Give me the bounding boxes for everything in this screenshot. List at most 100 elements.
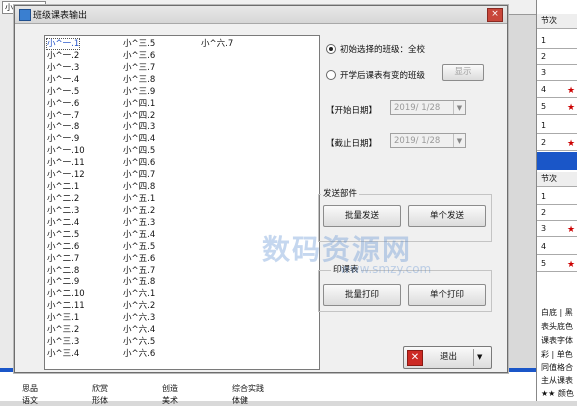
exit-button[interactable]: ✕ 退出 ▼ [403, 346, 492, 369]
class-list-item[interactable]: 小^一.1 [45, 38, 85, 51]
class-list-item-label: 小^二.4 [47, 217, 80, 228]
class-list-item[interactable]: 小^五.8 [123, 277, 155, 289]
chevron-down-icon[interactable]: ▼ [453, 101, 465, 114]
class-list-item[interactable]: 小^四.6 [123, 158, 155, 170]
right-note: 表头底色 [541, 322, 573, 331]
class-list-item[interactable]: 小^三.2 [47, 325, 85, 337]
class-list-item[interactable]: 小^五.4 [123, 230, 155, 242]
class-list-item[interactable]: 小^二.1 [47, 182, 85, 194]
class-list-item[interactable]: 小^四.5 [123, 146, 155, 158]
class-list-item[interactable]: 小^三.9 [123, 87, 155, 99]
batch-print-button[interactable]: 批量打印 [323, 284, 401, 306]
send-group-title: 发送部件 [321, 187, 360, 199]
class-list-item[interactable]: 小^三.1 [47, 313, 85, 325]
class-list-item[interactable]: 小^四.4 [123, 134, 155, 146]
class-list-item[interactable]: 小^六.2 [123, 301, 155, 313]
class-list-item[interactable]: 小^一.9 [47, 134, 85, 146]
app-bottom-grid: 思品 欣赏 创造 综合实践 语文 形体 美术 体健 [0, 372, 540, 405]
class-list-item[interactable]: 小^一.6 [47, 99, 85, 111]
class-list-item[interactable]: 小^一.3 [47, 63, 85, 75]
radio-button[interactable] [326, 70, 336, 80]
class-list-item[interactable]: 小^一.11 [47, 158, 85, 170]
radio-button[interactable] [326, 44, 336, 54]
class-list-item[interactable]: 小^四.7 [123, 170, 155, 182]
right-row: 1 [537, 34, 577, 49]
class-list-item-label: 小^一.8 [47, 122, 80, 133]
class-list-item[interactable]: 小^四.8 [123, 182, 155, 194]
batch-send-button[interactable]: 批量发送 [323, 205, 401, 227]
class-list-item[interactable]: 小^六.7 [201, 39, 233, 51]
class-listbox[interactable]: 小^一.1 小^一.2 小^一.3 小^一.4 小^一.5 小^一.6 小^一.7 小^一.8… [44, 35, 320, 370]
class-list-item[interactable]: 小^六.5 [123, 337, 155, 349]
class-list-item[interactable]: 小^五.7 [123, 266, 155, 278]
class-list-item[interactable]: 小^五.5 [123, 242, 155, 254]
show-button[interactable]: 显示 [442, 64, 484, 81]
class-list-item[interactable]: 小^六.6 [123, 349, 155, 361]
right-note: 白底 | 黑 [541, 308, 573, 317]
radio-initial-label: 初始选择的班级：全校 [340, 45, 426, 55]
right-blue-bar [537, 152, 577, 170]
class-list-item-label: 小^二.3 [47, 205, 80, 216]
class-list-item[interactable]: 小^二.6 [47, 242, 85, 254]
class-list-item[interactable]: 小^一.4 [47, 75, 85, 87]
radio-changed-classes[interactable]: 开学后课表有变的班级 [326, 69, 425, 81]
dialog-title: 班级课表输出 [33, 11, 88, 21]
end-date-picker[interactable]: 2019/ 1/28 ▼ [390, 133, 466, 148]
subject-cell: 创造 [162, 384, 178, 393]
class-list-item[interactable]: 小^五.3 [123, 218, 155, 230]
class-list-item-label: 小^五.4 [123, 229, 156, 240]
radio-initial-classes[interactable]: 初始选择的班级：全校 [326, 43, 425, 55]
chevron-down-icon[interactable]: ▼ [453, 134, 465, 147]
right-note: ★★ 颜色 [541, 389, 574, 398]
end-date-value: 2019/ 1/28 [394, 136, 441, 146]
right-header: 节次 [537, 14, 577, 29]
class-list-item[interactable]: 小^一.8 [47, 122, 85, 134]
class-list-item[interactable]: 小^二.4 [47, 218, 85, 230]
single-print-button[interactable]: 单个打印 [408, 284, 486, 306]
class-list-item-label: 小^三.8 [123, 74, 156, 85]
class-list-item-label: 小^五.1 [123, 193, 156, 204]
start-date-value: 2019/ 1/28 [394, 103, 441, 113]
class-list-item[interactable]: 小^五.1 [123, 194, 155, 206]
start-date-picker[interactable]: 2019/ 1/28 ▼ [390, 100, 466, 115]
single-send-button[interactable]: 单个发送 [408, 205, 486, 227]
class-list-item[interactable]: 小^二.7 [47, 254, 85, 266]
class-list-item[interactable]: 小^三.5 [123, 39, 155, 51]
class-list-item[interactable]: 小^二.11 [47, 301, 85, 313]
class-list-item[interactable]: 小^二.2 [47, 194, 85, 206]
class-list-item[interactable]: 小^一.5 [47, 87, 85, 99]
class-list-item[interactable]: 小^五.2 [123, 206, 155, 218]
class-list-item[interactable]: 小^二.10 [47, 289, 85, 301]
class-list-item[interactable]: 小^二.9 [47, 277, 85, 289]
class-list-item[interactable]: 小^三.6 [123, 51, 155, 63]
class-list-item-label: 小^三.9 [123, 86, 156, 97]
class-list-item[interactable]: 小^四.3 [123, 122, 155, 134]
class-list-item[interactable]: 小^二.5 [47, 230, 85, 242]
class-list-item[interactable]: 小^二.3 [47, 206, 85, 218]
class-list-item[interactable]: 小^六.3 [123, 313, 155, 325]
class-list-item[interactable]: 小^一.12 [47, 170, 85, 182]
class-list-item-label: 小^二.1 [47, 182, 80, 193]
chevron-down-icon[interactable]: ▼ [477, 347, 482, 368]
class-list-item[interactable]: 小^二.8 [47, 266, 85, 278]
class-list-item[interactable]: 小^四.1 [123, 99, 155, 111]
class-list-item[interactable]: 小^六.4 [123, 325, 155, 337]
star-icon: ★ [567, 260, 576, 270]
class-list-item[interactable]: 小^三.3 [47, 337, 85, 349]
class-list-item[interactable]: 小^三.8 [123, 75, 155, 87]
class-list-item[interactable]: 小^六.1 [123, 289, 155, 301]
star-icon: ★ [567, 139, 576, 149]
class-list-item-label: 小^四.4 [123, 134, 156, 145]
class-list-item[interactable]: 小^一.10 [47, 146, 85, 158]
class-list-item[interactable]: 小^五.6 [123, 254, 155, 266]
close-button[interactable]: × [487, 8, 503, 22]
class-list-item[interactable]: 小^四.2 [123, 111, 155, 123]
end-date-label: 【截止日期】 [326, 139, 378, 149]
class-list-item[interactable]: 小^一.2 [47, 51, 85, 63]
class-list-item[interactable]: 小^一.7 [47, 111, 85, 123]
class-list-item-label: 小^六.4 [123, 325, 156, 336]
class-list-item[interactable]: 小^三.7 [123, 63, 155, 75]
class-list-item[interactable]: 小^三.4 [47, 349, 85, 361]
dialog-titlebar[interactable]: 班级课表输出 × [15, 6, 507, 24]
class-list-item-label: 小^一.4 [47, 74, 80, 85]
